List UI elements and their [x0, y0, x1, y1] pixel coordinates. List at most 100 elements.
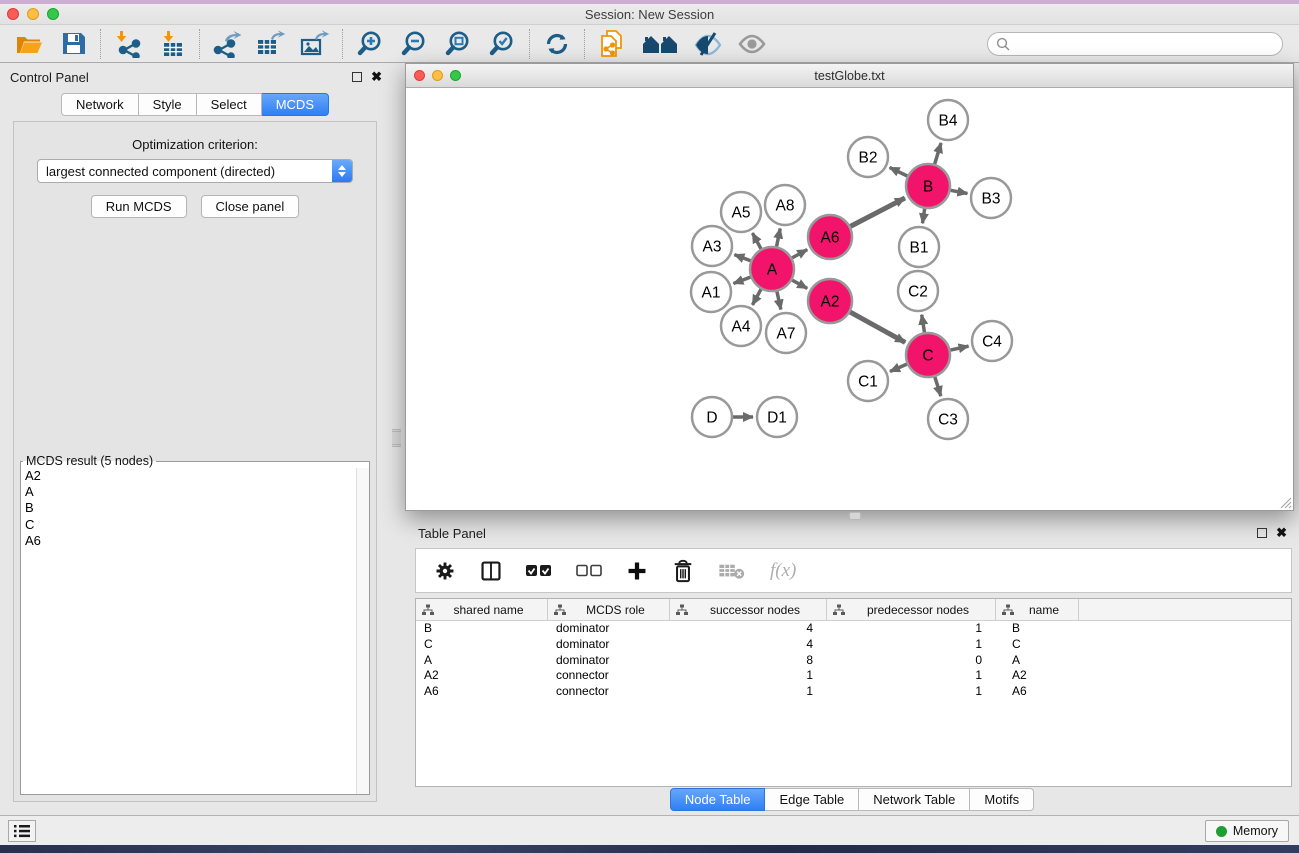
- tab-network[interactable]: Network: [61, 93, 139, 116]
- graph-edge-C-C1[interactable]: [890, 364, 907, 371]
- table-cell[interactable]: 1: [827, 637, 996, 653]
- tab-mcds[interactable]: MCDS: [262, 93, 329, 116]
- zoom-fit-button[interactable]: [443, 29, 473, 59]
- zoom-selected-button[interactable]: [487, 29, 517, 59]
- graph-edge-C-C2[interactable]: [922, 315, 925, 333]
- table-cell[interactable]: 4: [670, 621, 827, 637]
- table-tab-edge-table[interactable]: Edge Table: [765, 788, 859, 811]
- table-tab-node-table[interactable]: Node Table: [670, 788, 766, 811]
- save-session-button[interactable]: [58, 29, 88, 59]
- graph-edge-B-B3[interactable]: [951, 190, 968, 193]
- function-builder-button[interactable]: f(x): [770, 560, 796, 582]
- graph-node-A7[interactable]: A7: [766, 313, 806, 353]
- tab-select[interactable]: Select: [197, 93, 262, 116]
- task-history-button[interactable]: [8, 820, 36, 842]
- network-canvas[interactable]: B4B2BB3A5A8A6A3B1AA1C2A2A4A7C4CC1C3DD1: [406, 88, 1293, 510]
- table-cell[interactable]: A: [416, 653, 548, 669]
- graph-edge-A6-B[interactable]: [850, 198, 905, 226]
- table-cell[interactable]: A2: [996, 668, 1079, 684]
- table-cell[interactable]: 8: [670, 653, 827, 669]
- table-cell[interactable]: 1: [827, 621, 996, 637]
- column-header-MCDS-role[interactable]: MCDS role: [548, 599, 670, 620]
- copy-network-button[interactable]: [597, 29, 627, 59]
- export-image-button[interactable]: [300, 29, 330, 59]
- table-cell[interactable]: 1: [670, 668, 827, 684]
- table-cell[interactable]: B: [416, 621, 548, 637]
- table-row[interactable]: A6connector11A6: [416, 684, 1291, 700]
- graph-edge-A-A5[interactable]: [752, 233, 761, 249]
- table-tab-motifs[interactable]: Motifs: [970, 788, 1034, 811]
- optimization-criterion-select[interactable]: largest connected component (directed): [37, 159, 353, 183]
- graph-node-A5[interactable]: A5: [721, 192, 761, 232]
- table-cell[interactable]: 1: [827, 668, 996, 684]
- table-tab-network-table[interactable]: Network Table: [859, 788, 970, 811]
- result-item[interactable]: C: [21, 517, 369, 533]
- result-item[interactable]: A2: [21, 468, 369, 484]
- table-cell[interactable]: connector: [548, 668, 670, 684]
- graph-edge-A-A8[interactable]: [777, 229, 781, 247]
- table-cell[interactable]: 1: [827, 684, 996, 700]
- graph-node-C[interactable]: C: [906, 333, 950, 377]
- birds-eye-view-button[interactable]: [641, 29, 679, 59]
- graph-edge-A-A4[interactable]: [752, 289, 761, 305]
- import-network-button[interactable]: [113, 29, 143, 59]
- graph-node-A6[interactable]: A6: [808, 215, 852, 259]
- search-input[interactable]: [1015, 37, 1274, 51]
- table-cell[interactable]: 0: [827, 653, 996, 669]
- export-table-button[interactable]: [256, 29, 286, 59]
- table-cell[interactable]: dominator: [548, 637, 670, 653]
- select-all-button[interactable]: [526, 564, 552, 578]
- close-table-panel-icon[interactable]: ✖: [1276, 528, 1287, 538]
- graph-edge-A-A3[interactable]: [734, 255, 750, 261]
- graph-node-C2[interactable]: C2: [898, 271, 938, 311]
- table-cell[interactable]: 4: [670, 637, 827, 653]
- graph-node-A8[interactable]: A8: [765, 185, 805, 225]
- column-header-name[interactable]: name: [996, 599, 1079, 620]
- graph-edge-A-A6[interactable]: [792, 250, 807, 258]
- table-settings-button[interactable]: [434, 560, 456, 582]
- column-header-shared-name[interactable]: shared name: [416, 599, 548, 620]
- graph-edge-C-C3[interactable]: [935, 377, 941, 396]
- column-header-successor-nodes[interactable]: successor nodes: [670, 599, 827, 620]
- graph-edge-A-A2[interactable]: [792, 280, 807, 288]
- graph-edge-A-A7[interactable]: [777, 291, 781, 309]
- graph-node-A2[interactable]: A2: [808, 279, 852, 323]
- column-header-predecessor-nodes[interactable]: predecessor nodes: [827, 599, 996, 620]
- table-row[interactable]: A2connector11A2: [416, 668, 1291, 684]
- vertical-splitter-handle[interactable]: [392, 429, 401, 447]
- show-columns-button[interactable]: [480, 560, 502, 582]
- graph-node-A4[interactable]: A4: [721, 306, 761, 346]
- float-table-panel-icon[interactable]: [1257, 528, 1267, 538]
- delete-column-button[interactable]: [672, 559, 694, 583]
- zoom-out-button[interactable]: [399, 29, 429, 59]
- graph-node-B3[interactable]: B3: [971, 178, 1011, 218]
- table-cell[interactable]: B: [996, 621, 1079, 637]
- search-field[interactable]: [987, 32, 1283, 56]
- graph-edge-A2-C[interactable]: [850, 312, 905, 342]
- table-cell[interactable]: connector: [548, 684, 670, 700]
- delete-table-button[interactable]: [718, 562, 746, 580]
- graph-node-B4[interactable]: B4: [928, 100, 968, 140]
- table-row[interactable]: Adominator80A: [416, 653, 1291, 669]
- graph-edge-B-B4[interactable]: [935, 143, 941, 164]
- graph-node-A[interactable]: A: [750, 247, 794, 291]
- graph-edge-C-C4[interactable]: [950, 346, 968, 350]
- close-panel-icon[interactable]: ✖: [371, 72, 382, 82]
- table-row[interactable]: Cdominator41C: [416, 637, 1291, 653]
- table-cell[interactable]: A: [996, 653, 1079, 669]
- result-item[interactable]: A: [21, 484, 369, 500]
- table-cell[interactable]: A6: [996, 684, 1079, 700]
- show-hide-button[interactable]: [737, 29, 767, 59]
- zoom-in-button[interactable]: [355, 29, 385, 59]
- toggle-graphics-details-button[interactable]: [693, 29, 723, 59]
- table-cell[interactable]: C: [416, 637, 548, 653]
- unselect-all-button[interactable]: [576, 564, 602, 578]
- export-network-button[interactable]: [212, 29, 242, 59]
- graph-node-A3[interactable]: A3: [692, 226, 732, 266]
- table-cell[interactable]: C: [996, 637, 1079, 653]
- table-cell[interactable]: A6: [416, 684, 548, 700]
- graph-node-C1[interactable]: C1: [848, 361, 888, 401]
- table-cell[interactable]: dominator: [548, 653, 670, 669]
- import-table-button[interactable]: [157, 29, 187, 59]
- graph-node-D[interactable]: D: [692, 397, 732, 437]
